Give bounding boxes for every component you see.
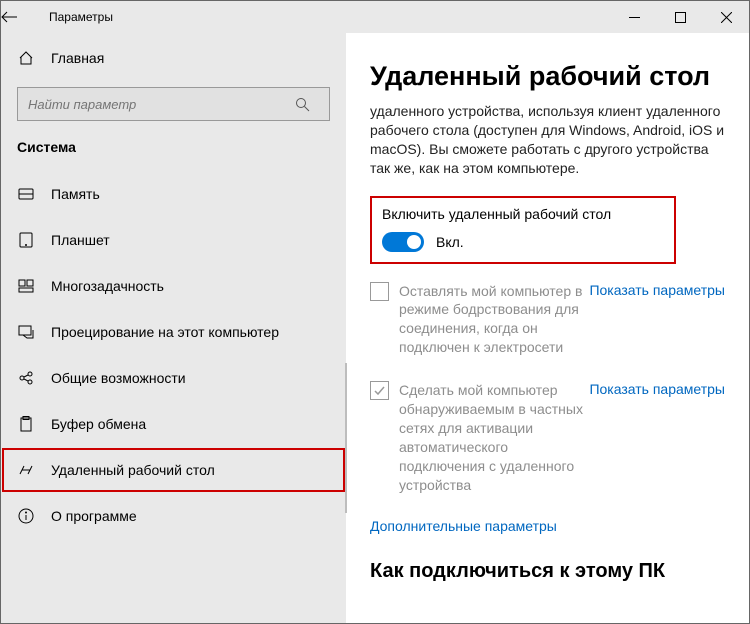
storage-icon bbox=[17, 185, 35, 203]
toggle-state-label: Вкл. bbox=[436, 234, 464, 250]
home-icon bbox=[17, 49, 35, 67]
sidebar-item-shared[interactable]: Общие возможности bbox=[1, 355, 346, 401]
sidebar-item-label: Буфер обмена bbox=[51, 416, 146, 432]
section-header: Система bbox=[1, 135, 346, 165]
sidebar-item-label: Общие возможности bbox=[51, 370, 186, 386]
sidebar: Главная Система Память Планшет Многозада… bbox=[1, 33, 346, 623]
maximize-button[interactable] bbox=[657, 1, 703, 33]
search-input[interactable] bbox=[18, 88, 295, 120]
remote-desktop-icon bbox=[17, 461, 35, 479]
clipboard-icon bbox=[17, 415, 35, 433]
keep-awake-checkbox[interactable] bbox=[370, 282, 389, 301]
scrollbar-indicator[interactable] bbox=[345, 363, 347, 513]
content-area: Удаленный рабочий стол удаленного устрой… bbox=[346, 33, 749, 623]
back-button[interactable] bbox=[1, 11, 49, 23]
multitask-icon bbox=[17, 277, 35, 295]
enable-remote-title: Включить удаленный рабочий стол bbox=[382, 206, 664, 222]
sidebar-item-storage[interactable]: Память bbox=[1, 171, 346, 217]
sidebar-item-label: Проецирование на этот компьютер bbox=[51, 324, 279, 340]
enable-remote-toggle[interactable] bbox=[382, 232, 424, 252]
additional-params-link[interactable]: Дополнительные параметры bbox=[370, 518, 725, 534]
sidebar-item-multitask[interactable]: Многозадачность bbox=[1, 263, 346, 309]
shared-icon bbox=[17, 369, 35, 387]
sidebar-item-label: Память bbox=[51, 186, 100, 202]
discoverable-show-params[interactable]: Показать параметры bbox=[589, 381, 725, 397]
minimize-button[interactable] bbox=[611, 1, 657, 33]
sidebar-item-about[interactable]: О программе bbox=[1, 493, 346, 539]
window-title: Параметры bbox=[49, 10, 113, 24]
projecting-icon bbox=[17, 323, 35, 341]
sidebar-item-projecting[interactable]: Проецирование на этот компьютер bbox=[1, 309, 346, 355]
discoverable-text: Сделать мой компьютер обнаруживаемым в ч… bbox=[399, 381, 589, 494]
sidebar-item-clipboard[interactable]: Буфер обмена bbox=[1, 401, 346, 447]
titlebar: Параметры bbox=[1, 1, 749, 33]
home-label: Главная bbox=[51, 50, 104, 66]
close-button[interactable] bbox=[703, 1, 749, 33]
sidebar-item-label: Многозадачность bbox=[51, 278, 164, 294]
enable-remote-block: Включить удаленный рабочий стол Вкл. bbox=[370, 196, 676, 264]
sidebar-item-label: Удаленный рабочий стол bbox=[51, 462, 215, 478]
home-button[interactable]: Главная bbox=[1, 41, 346, 75]
sidebar-item-tablet[interactable]: Планшет bbox=[1, 217, 346, 263]
page-title: Удаленный рабочий стол bbox=[370, 61, 725, 92]
page-description: удаленного устройства, используя клиент … bbox=[370, 102, 725, 178]
about-icon bbox=[17, 507, 35, 525]
keep-awake-option: Оставлять мой компьютер в режиме бодрств… bbox=[370, 282, 725, 358]
search-box[interactable] bbox=[17, 87, 330, 121]
sidebar-item-label: Планшет bbox=[51, 232, 110, 248]
sidebar-item-remote-desktop[interactable]: Удаленный рабочий стол bbox=[1, 447, 346, 493]
keep-awake-show-params[interactable]: Показать параметры bbox=[589, 282, 725, 298]
how-to-connect-title: Как подключиться к этому ПК bbox=[370, 560, 725, 583]
sidebar-item-label: О программе bbox=[51, 508, 137, 524]
keep-awake-text: Оставлять мой компьютер в режиме бодрств… bbox=[399, 282, 589, 358]
tablet-icon bbox=[17, 231, 35, 249]
discoverable-option: Сделать мой компьютер обнаруживаемым в ч… bbox=[370, 381, 725, 494]
discoverable-checkbox[interactable] bbox=[370, 381, 389, 400]
search-icon bbox=[295, 97, 329, 112]
